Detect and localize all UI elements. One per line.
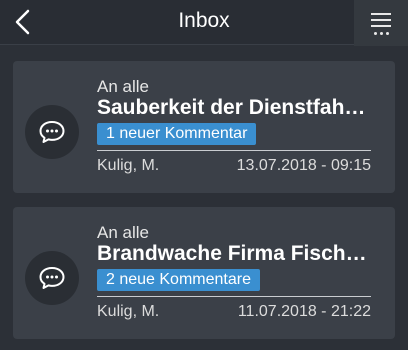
- back-button[interactable]: [0, 0, 44, 44]
- message-subject: Brandwache Firma Fisch…: [97, 242, 367, 265]
- header-bar: Inbox: [0, 0, 408, 46]
- message-card[interactable]: An alle Sauberkeit der Dienstfah… 1 neue…: [13, 61, 395, 193]
- message-date: 13.07.2018 - 09:15: [236, 157, 371, 174]
- message-author: Kulig, M.: [97, 157, 160, 174]
- speech-bubble-icon: [39, 121, 65, 143]
- message-recipient: An alle: [97, 223, 149, 242]
- hamburger-menu-icon: [371, 11, 391, 35]
- comment-count-badge: 1 neuer Kommentar: [97, 123, 257, 145]
- divider: [97, 150, 371, 151]
- message-subject: Sauberkeit der Dienstfah…: [97, 96, 366, 119]
- message-date: 11.07.2018 - 21:22: [237, 303, 371, 320]
- message-author: Kulig, M.: [97, 303, 160, 320]
- chevron-left-icon: [15, 9, 30, 35]
- menu-button[interactable]: [354, 0, 408, 46]
- comment-avatar: [25, 105, 79, 159]
- message-card[interactable]: An alle Brandwache Firma Fisch… 2 neue K…: [13, 207, 395, 339]
- message-recipient: An alle: [97, 77, 149, 96]
- speech-bubble-icon: [39, 267, 65, 289]
- page-title: Inbox: [178, 9, 230, 32]
- divider: [97, 296, 371, 297]
- comment-count-badge: 2 neue Kommentare: [97, 269, 260, 291]
- comment-avatar: [25, 251, 79, 305]
- inbox-screen: Inbox An alle Sauberkeit der Dienstfah… …: [0, 0, 408, 350]
